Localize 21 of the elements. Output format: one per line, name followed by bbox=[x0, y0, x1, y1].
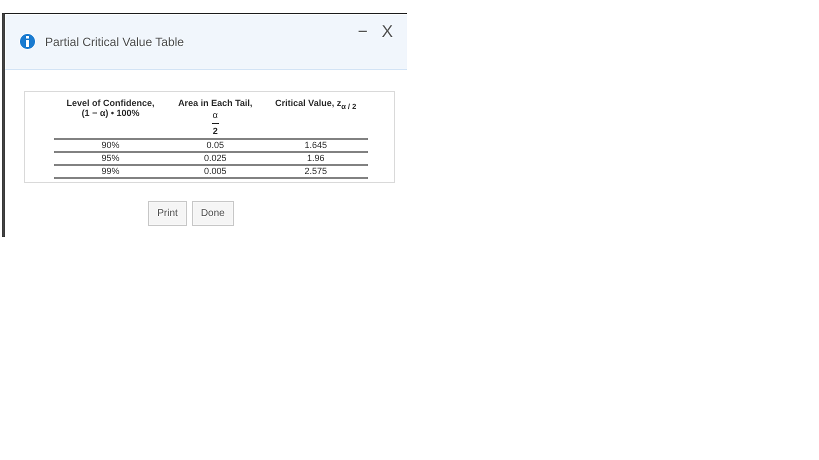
fraction-numerator: α bbox=[212, 108, 219, 124]
column-subheader: (1 − α) • 100% bbox=[80, 108, 141, 118]
column-header: Critical Value, z$_{α / 2}$ bbox=[274, 98, 358, 111]
close-button[interactable]: X bbox=[380, 22, 395, 42]
dialog-title: Partial Critical Value Table bbox=[45, 34, 185, 48]
table-cell: 99% bbox=[54, 165, 168, 178]
table-cell: 95% bbox=[54, 152, 168, 165]
table-cell: 1.645 bbox=[263, 139, 368, 152]
table-cell: 0.025 bbox=[167, 152, 264, 165]
table-cell: 90% bbox=[54, 139, 168, 152]
table-cell: 0.05 bbox=[167, 139, 264, 152]
dialog-button[interactable]: Print bbox=[148, 201, 187, 226]
dialog-button[interactable]: Done bbox=[192, 201, 234, 226]
table-cell: 1.96 bbox=[263, 152, 368, 165]
column-header: Level of Confidence, bbox=[66, 98, 156, 108]
table-cell: 0.005 bbox=[167, 165, 264, 178]
info-icon bbox=[20, 34, 35, 49]
table-cell: 2.575 bbox=[263, 165, 368, 178]
fraction-denominator: 2 bbox=[212, 126, 218, 136]
minimize-button[interactable]: − bbox=[356, 22, 370, 42]
column-header: Area in Each Tail, bbox=[177, 98, 254, 108]
